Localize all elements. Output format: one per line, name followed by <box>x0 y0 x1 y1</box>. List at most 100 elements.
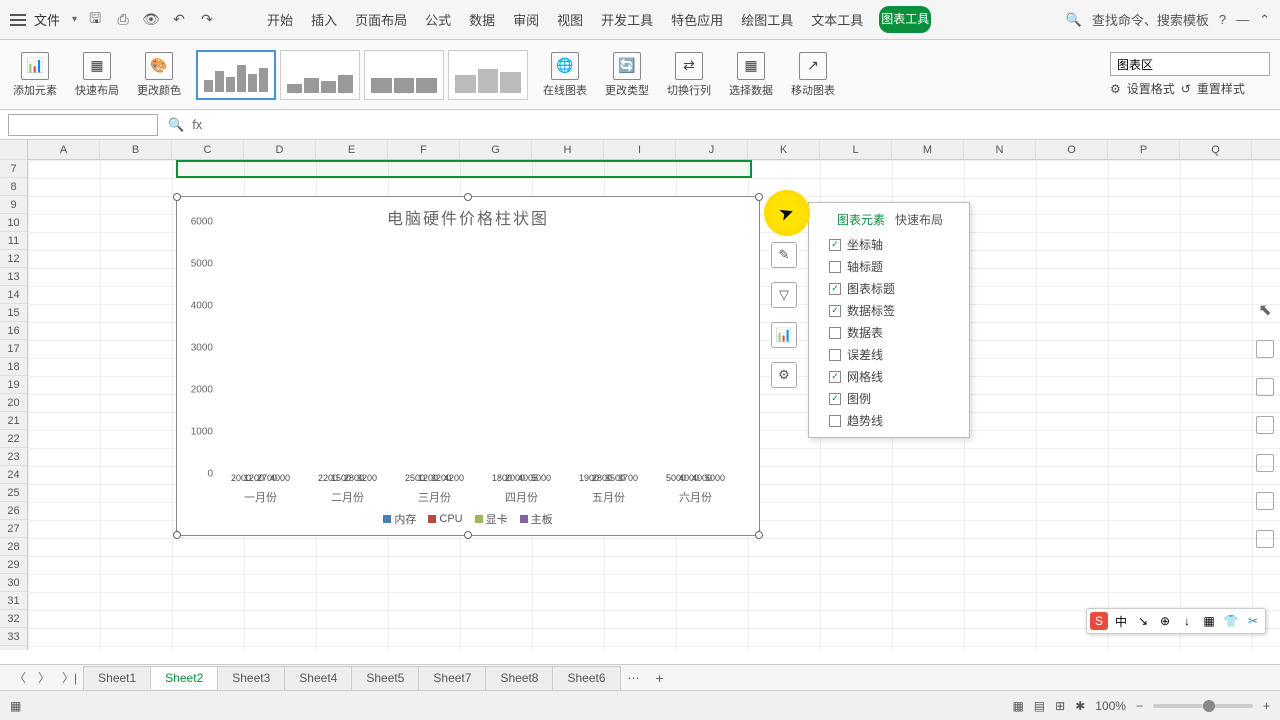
row-header-19[interactable]: 19 <box>0 376 27 394</box>
col-header-O[interactable]: O <box>1036 140 1108 159</box>
row-header-29[interactable]: 29 <box>0 556 27 574</box>
change-type-button[interactable]: 🔄更改类型 <box>602 52 652 98</box>
online-chart-button[interactable]: 🌐在线图表 <box>540 52 590 98</box>
chart-object[interactable]: 电脑硬件价格柱状图 0100020003000400050006000 2000… <box>176 196 760 536</box>
set-format-button[interactable]: 设置格式 <box>1127 80 1175 97</box>
sheet-tab[interactable]: Sheet8 <box>485 666 553 690</box>
rsb-icon-1[interactable] <box>1256 340 1274 358</box>
sheet-tab[interactable]: Sheet4 <box>284 666 352 690</box>
rsb-icon-6[interactable] <box>1256 530 1274 548</box>
resize-handle-s[interactable] <box>464 531 472 539</box>
row-header-21[interactable]: 21 <box>0 412 27 430</box>
add-element-button[interactable]: 📊添加元素 <box>10 52 60 98</box>
resize-handle-nw[interactable] <box>173 193 181 201</box>
col-header-H[interactable]: H <box>532 140 604 159</box>
row-header-15[interactable]: 15 <box>0 304 27 322</box>
grid-area[interactable]: ABCDEFGHIJKLMNOPQ 电脑硬件价格柱状图 010002000300… <box>28 140 1280 650</box>
add-sheet-button[interactable]: + <box>648 670 672 686</box>
check-item[interactable]: ✓图表标题 <box>829 280 961 297</box>
row-header-11[interactable]: 11 <box>0 232 27 250</box>
chart-legend[interactable]: 内存CPU显卡主板 <box>177 511 759 527</box>
row-header-10[interactable]: 10 <box>0 214 27 232</box>
check-item[interactable]: ✓网格线 <box>829 368 961 385</box>
row-header-22[interactable]: 22 <box>0 430 27 448</box>
view-break-icon[interactable]: ⊞ <box>1055 699 1065 713</box>
change-color-button[interactable]: 🎨更改颜色 <box>134 52 184 98</box>
row-header-16[interactable]: 16 <box>0 322 27 340</box>
view-page-icon[interactable]: ▤ <box>1034 699 1045 713</box>
checkbox-icon[interactable] <box>829 415 841 427</box>
sheet-tab[interactable]: Sheet5 <box>351 666 419 690</box>
checkbox-icon[interactable]: ✓ <box>829 371 841 383</box>
quick-layout-button[interactable]: ▦快速布局 <box>72 52 122 98</box>
tab-insert[interactable]: 插入 <box>309 6 339 33</box>
search-icon[interactable]: 🔍 <box>1066 12 1082 28</box>
col-header-K[interactable]: K <box>748 140 820 159</box>
col-header-B[interactable]: B <box>100 140 172 159</box>
chart-plot-area[interactable]: 0100020003000400050006000 20001200270040… <box>217 233 739 485</box>
check-item[interactable]: ✓图例 <box>829 390 961 407</box>
col-header-L[interactable]: L <box>820 140 892 159</box>
search-fx-icon[interactable]: 🔍 <box>168 117 184 133</box>
row-header-12[interactable]: 12 <box>0 250 27 268</box>
col-header-D[interactable]: D <box>244 140 316 159</box>
row-header-17[interactable]: 17 <box>0 340 27 358</box>
sheet-more[interactable]: ⋯ <box>620 671 648 685</box>
check-item[interactable]: ✓坐标轴 <box>829 236 961 253</box>
panel-tab-elements[interactable]: 图表元素 <box>837 211 885 228</box>
row-header-9[interactable]: 9 <box>0 196 27 214</box>
sheet-tab[interactable]: Sheet7 <box>418 666 486 690</box>
check-item[interactable]: ✓数据标签 <box>829 302 961 319</box>
sheet-nav-next[interactable]: 〉 <box>32 669 56 686</box>
panel-tab-layout[interactable]: 快速布局 <box>895 211 943 228</box>
print-icon[interactable]: ⎙ <box>113 10 133 30</box>
check-item[interactable]: 误差线 <box>829 346 961 363</box>
row-header-18[interactable]: 18 <box>0 358 27 376</box>
col-header-I[interactable]: I <box>604 140 676 159</box>
check-item[interactable]: 趋势线 <box>829 412 961 429</box>
ft-icon-5[interactable]: ▦ <box>1200 612 1218 630</box>
dropdown-icon[interactable]: ▾ <box>72 14 77 25</box>
checkbox-icon[interactable]: ✓ <box>829 239 841 251</box>
resize-handle-ne[interactable] <box>755 193 763 201</box>
name-box[interactable] <box>8 114 158 136</box>
zoom-out-button[interactable]: − <box>1136 699 1143 713</box>
brush-icon[interactable]: ✎ <box>771 242 797 268</box>
col-header-P[interactable]: P <box>1108 140 1180 159</box>
tab-draw[interactable]: 绘图工具 <box>739 6 795 33</box>
row-header-26[interactable]: 26 <box>0 502 27 520</box>
zoom-thumb[interactable] <box>1203 700 1215 712</box>
tab-data[interactable]: 数据 <box>467 6 497 33</box>
move-chart-button[interactable]: ↗移动图表 <box>788 52 838 98</box>
col-header-E[interactable]: E <box>316 140 388 159</box>
tab-layout[interactable]: 页面布局 <box>353 6 409 33</box>
status-icon[interactable]: ▦ <box>10 699 21 713</box>
row-header-14[interactable]: 14 <box>0 286 27 304</box>
ft-icon-s[interactable]: S <box>1090 612 1108 630</box>
help-icon[interactable]: ? <box>1219 12 1226 27</box>
ft-icon-3[interactable]: ⊕ <box>1156 612 1174 630</box>
row-header-8[interactable]: 8 <box>0 178 27 196</box>
row-header-32[interactable]: 32 <box>0 610 27 628</box>
col-header-M[interactable]: M <box>892 140 964 159</box>
legend-item[interactable]: 显卡 <box>475 511 508 527</box>
chart-style-1[interactable] <box>196 50 276 100</box>
rsb-icon-2[interactable] <box>1256 378 1274 396</box>
tab-chart-tools[interactable]: 图表工具 <box>879 6 931 33</box>
sheet-nav-last[interactable]: 〉| <box>56 669 83 686</box>
tab-review[interactable]: 审阅 <box>511 6 541 33</box>
row-header-31[interactable]: 31 <box>0 592 27 610</box>
row-header-13[interactable]: 13 <box>0 268 27 286</box>
ft-icon-4[interactable]: ↓ <box>1178 612 1196 630</box>
tab-view[interactable]: 视图 <box>555 6 585 33</box>
zoom-slider[interactable] <box>1153 704 1253 708</box>
view-custom-icon[interactable]: ✱ <box>1075 699 1085 713</box>
cursor-select-icon[interactable]: ⬉ <box>1258 300 1271 320</box>
row-header-25[interactable]: 25 <box>0 484 27 502</box>
reset-format-button[interactable]: 重置样式 <box>1197 80 1245 97</box>
rsb-icon-5[interactable] <box>1256 492 1274 510</box>
file-menu[interactable]: 文件 <box>34 10 60 29</box>
checkbox-icon[interactable] <box>829 349 841 361</box>
checkbox-icon[interactable]: ✓ <box>829 305 841 317</box>
tab-formula[interactable]: 公式 <box>423 6 453 33</box>
